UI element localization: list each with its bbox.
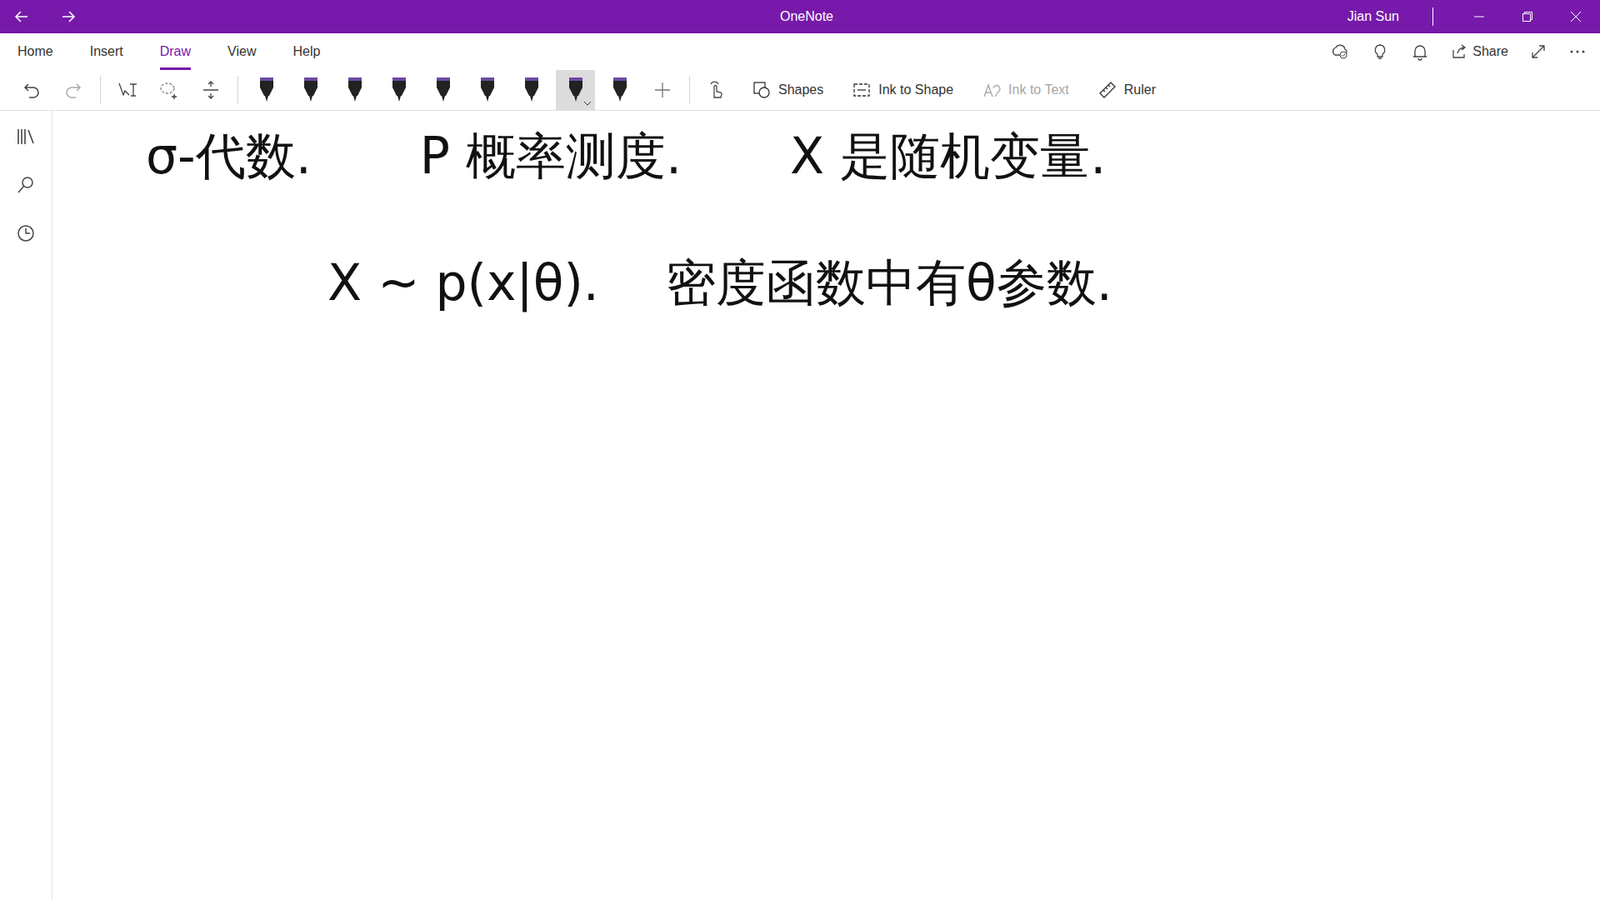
pen-icon: [610, 75, 630, 105]
share-button[interactable]: Share: [1450, 43, 1509, 60]
undo-button[interactable]: [13, 71, 50, 109]
user-name[interactable]: Jian Sun: [1347, 9, 1400, 25]
ink-line[interactable]: σ-代数. P 概率测度. X 是随机变量.: [52, 110, 1600, 186]
add-space-button[interactable]: [192, 71, 230, 109]
toolbar-separator: [689, 75, 690, 105]
plus-icon: [652, 80, 673, 100]
ruler-icon: [1097, 80, 1118, 100]
add-space-icon: [200, 80, 221, 100]
title-bar: OneNote Jian Sun: [0, 0, 1600, 34]
pen-icon: [390, 75, 409, 105]
pen-icon: [434, 75, 453, 105]
page-canvas[interactable]: σ-代数. P 概率测度. X 是随机变量. X ~ p(x|θ). 密度函数中有θ参数…: [52, 110, 1600, 900]
menu-tab[interactable]: Insert: [90, 33, 124, 70]
toolbar-action: Ink to Text: [970, 80, 1081, 100]
toolbar-separator: [237, 75, 239, 105]
undo-icon: [21, 80, 42, 100]
type-cursor-icon: [116, 80, 139, 100]
minimize-icon[interactable]: [1473, 10, 1485, 23]
pen-button[interactable]: [511, 70, 551, 110]
notebooks-icon[interactable]: [15, 125, 37, 148]
chevron-down-icon: [583, 100, 592, 107]
pen-icon: [566, 75, 585, 105]
onenote-window: OneNoteJian SunHomeInsertDrawViewHelpSha…: [0, 0, 1600, 900]
ink-line[interactable]: X ~ p(x|θ). 密度函数中有θ参数.: [52, 185, 1600, 313]
hand-icon: [706, 80, 727, 100]
search-icon[interactable]: [15, 174, 37, 196]
back-arrow-icon[interactable]: [13, 8, 30, 25]
close-icon[interactable]: [1570, 10, 1582, 23]
bell-icon[interactable]: [1410, 42, 1430, 61]
title-separator: [1432, 7, 1434, 26]
nav-sidebar: [0, 110, 53, 900]
menu-bar: Home Insert Draw View Help Share: [0, 33, 1600, 70]
lasso-icon: [158, 80, 180, 100]
window-title: OneNote: [780, 9, 834, 25]
toolbar-separator: [100, 75, 101, 105]
draw-toolbar: ShapesInk to ShapeInk to TextRuler: [0, 70, 1600, 111]
pen-button[interactable]: [467, 70, 507, 110]
menu-tab[interactable]: Home: [17, 33, 54, 70]
expand-icon[interactable]: [1530, 43, 1547, 60]
pen-button[interactable]: [555, 70, 595, 110]
more-icon[interactable]: [1568, 42, 1587, 61]
shapes-icon: [751, 80, 772, 100]
pen-button[interactable]: [379, 70, 419, 110]
pen-icon: [257, 75, 276, 105]
forward-arrow-icon[interactable]: [60, 8, 77, 25]
pen-icon: [478, 75, 497, 105]
type-button[interactable]: [109, 71, 146, 109]
ink-to-shape-icon: [851, 80, 872, 100]
touch-draw-button[interactable]: [698, 71, 735, 109]
add-pen-button[interactable]: [644, 71, 681, 109]
pen-icon: [522, 75, 541, 105]
ink-stroke-text[interactable]: 密度函数中有θ参数.: [665, 252, 1113, 313]
pen-button[interactable]: [600, 70, 640, 110]
workspace: σ-代数. P 概率测度. X 是随机变量. X ~ p(x|θ). 密度函数中有θ参数…: [0, 110, 1600, 900]
pen-icon: [301, 75, 320, 105]
pen-button[interactable]: [290, 70, 330, 110]
toolbar-action[interactable]: Ink to Shape: [840, 80, 965, 100]
sync-icon[interactable]: [1330, 42, 1350, 61]
pen-button[interactable]: [423, 70, 463, 110]
ink-stroke-text[interactable]: σ-代数.: [145, 125, 312, 186]
toolbar-action[interactable]: Shapes: [740, 80, 835, 100]
recent-clock-icon[interactable]: [15, 222, 37, 245]
redo-icon: [63, 80, 84, 100]
ink-stroke-text[interactable]: X ~ p(x|θ).: [327, 252, 600, 313]
restore-icon[interactable]: [1521, 10, 1534, 23]
menu-tab[interactable]: Draw: [160, 33, 191, 70]
pen-button[interactable]: [335, 70, 375, 110]
menu-tab[interactable]: View: [227, 33, 256, 70]
ink-to-text-icon: [981, 80, 1002, 100]
menu-tab[interactable]: Help: [292, 33, 320, 70]
redo-button[interactable]: [55, 71, 92, 109]
pen-icon: [345, 75, 365, 105]
lasso-button[interactable]: [150, 71, 188, 109]
ink-stroke-text[interactable]: X 是随机变量.: [790, 125, 1106, 186]
toolbar-action[interactable]: Ruler: [1085, 80, 1168, 100]
share-icon: [1450, 43, 1468, 60]
pen-button[interactable]: [246, 70, 286, 110]
ink-stroke-text[interactable]: P 概率测度.: [420, 125, 682, 186]
lightbulb-icon[interactable]: [1370, 42, 1390, 61]
